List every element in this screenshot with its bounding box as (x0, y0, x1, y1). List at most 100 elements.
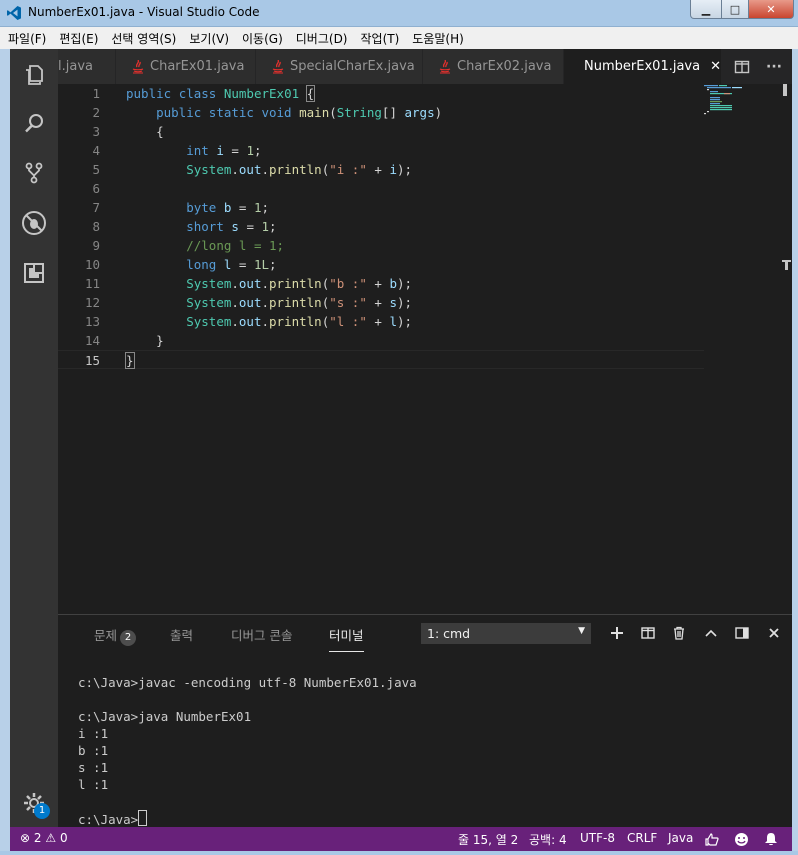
menu-view[interactable]: 보기(V) (189, 30, 229, 47)
extensions-icon[interactable] (20, 259, 48, 287)
split-editor-icon[interactable] (734, 59, 750, 75)
toggle-panel-position-icon[interactable] (732, 623, 752, 643)
code-line: 1 public class NumberEx01 { (58, 84, 704, 103)
code-editor[interactable]: 1 public class NumberEx01 { 2 public stat… (58, 84, 792, 614)
more-actions-icon[interactable]: ··· (766, 59, 782, 75)
line-number: 14 (84, 333, 100, 348)
warning-icon: ⚠ (45, 831, 57, 845)
dropdown-arrow-icon: ▼ (578, 626, 585, 636)
tab-debug-console[interactable]: 디버그 콘솔 (231, 625, 292, 644)
menu-selection[interactable]: 선택 영역(S) (111, 30, 176, 47)
terminal-line: s :1 (78, 760, 109, 775)
code-text: public static void main(String[] args) (156, 105, 443, 120)
code-text: } (125, 352, 135, 369)
close-panel-icon[interactable] (764, 623, 784, 643)
tab-prev-java[interactable]: l.java (58, 49, 116, 84)
line-number: 8 (92, 219, 100, 234)
tab-numberex01[interactable]: NumberEx01.java ✕ (564, 49, 722, 84)
line-number: 10 (84, 257, 100, 272)
terminal-prompt-line: c:\Java> (78, 810, 417, 828)
menu-tasks[interactable]: 작업(T) (361, 30, 400, 47)
menu-go[interactable]: 이동(G) (242, 30, 283, 47)
explorer-icon[interactable] (20, 61, 48, 89)
tab-close-icon[interactable]: ✕ (710, 59, 721, 74)
menu-debug[interactable]: 디버그(D) (296, 30, 348, 47)
smiley-icon[interactable] (732, 830, 750, 848)
debug-icon[interactable] (20, 209, 48, 237)
settings-gear-icon[interactable]: 1 (20, 789, 50, 819)
terminal-line: c:\Java>javac -encoding utf-8 NumberEx01… (78, 675, 417, 690)
code-line-current: 15} (58, 350, 704, 369)
new-terminal-icon[interactable] (607, 623, 627, 643)
code-text: int i = 1; (186, 143, 262, 158)
terminal-cursor (138, 810, 148, 826)
code-line: 12 System.out.println("s :" + s); (58, 293, 704, 312)
tab-actions: ··· (734, 49, 782, 84)
indentation[interactable]: 공백: 4 (529, 831, 567, 848)
terminal-prompt: c:\Java> (78, 812, 139, 827)
feedback-icon[interactable] (703, 830, 721, 848)
window-frame-right (792, 49, 798, 851)
code-text: long l = 1L; (186, 257, 277, 272)
code-text: { (126, 124, 164, 139)
minimize-button[interactable]: ▁ (690, 0, 722, 19)
code-line: 7 byte b = 1; (58, 198, 704, 217)
menu-file[interactable]: 파일(F) (8, 30, 46, 47)
line-number: 7 (92, 200, 100, 215)
language-mode[interactable]: Java (668, 831, 693, 845)
activity-bar: 1 (10, 49, 58, 827)
code-text: } (126, 333, 164, 348)
tab-label: CharEx01.java (150, 59, 245, 74)
code-text: byte b = 1; (186, 200, 270, 215)
warning-count: 0 (59, 831, 68, 845)
close-window-button[interactable]: ✕ (748, 0, 794, 19)
cursor-position[interactable]: 줄 15, 열 2 (458, 831, 518, 848)
maximize-button[interactable]: □ (721, 0, 749, 19)
window-frame-bottom (0, 851, 798, 855)
file-encoding[interactable]: UTF-8 (580, 831, 615, 845)
status-bar: ⊗ 2 ⚠ 0 줄 15, 열 2 공백: 4 UTF-8 CRLF Java (10, 827, 792, 851)
problems-status[interactable]: ⊗ 2 ⚠ 0 (20, 831, 68, 845)
window-frame-left (0, 49, 10, 851)
code-line: 11 System.out.println("b :" + b); (58, 274, 704, 293)
tab-output[interactable]: 출력 (170, 625, 193, 644)
menu-help[interactable]: 도움말(H) (412, 30, 464, 47)
split-terminal-icon[interactable] (638, 623, 658, 643)
code-text: short s = 1; (186, 219, 277, 234)
tab-charex02[interactable]: CharEx02.java (423, 49, 564, 84)
code-line: 2 public static void main(String[] args) (58, 103, 704, 122)
tab-terminal[interactable]: 터미널 (329, 625, 364, 652)
code-text: public class NumberEx01 { (126, 85, 316, 102)
tab-label: SpecialCharEx.java (290, 59, 415, 74)
terminal-line: l :1 (78, 777, 109, 792)
problems-count-badge: 2 (120, 630, 137, 646)
line-number: 9 (92, 238, 100, 253)
tab-specialcharex[interactable]: SpecialCharEx.java (256, 49, 423, 84)
settings-update-badge: 1 (34, 803, 50, 819)
minimap[interactable] (704, 84, 780, 124)
code-line: 14 } (58, 331, 704, 350)
trash-icon[interactable] (669, 623, 689, 643)
terminal-select[interactable]: 1: cmd ▼ (421, 623, 591, 644)
java-file-icon (132, 59, 144, 74)
end-of-line[interactable]: CRLF (627, 831, 657, 845)
terminal-output[interactable]: c:\Java>javac -encoding utf-8 NumberEx01… (78, 674, 417, 828)
code-text: //long l = 1; (186, 238, 285, 253)
search-icon[interactable] (20, 109, 48, 137)
line-number: 13 (84, 314, 100, 329)
menu-edit[interactable]: 편집(E) (59, 30, 98, 47)
bell-icon[interactable] (762, 830, 780, 848)
tab-problems[interactable]: 문제 2 (94, 625, 137, 646)
tab-label: CharEx02.java (457, 59, 552, 74)
code-line: 5 System.out.println("i :" + i); (58, 160, 704, 179)
source-control-icon[interactable] (20, 159, 48, 187)
line-number: 3 (92, 124, 100, 139)
tab-label: l.java (58, 59, 93, 74)
chevron-up-icon[interactable] (701, 623, 721, 643)
editor-scrollbar[interactable] (782, 84, 792, 614)
java-file-icon (272, 59, 284, 74)
vscode-logo-icon (7, 6, 21, 20)
tab-charex01[interactable]: CharEx01.java (116, 49, 256, 84)
window-title: NumberEx01.java - Visual Studio Code (28, 5, 260, 19)
